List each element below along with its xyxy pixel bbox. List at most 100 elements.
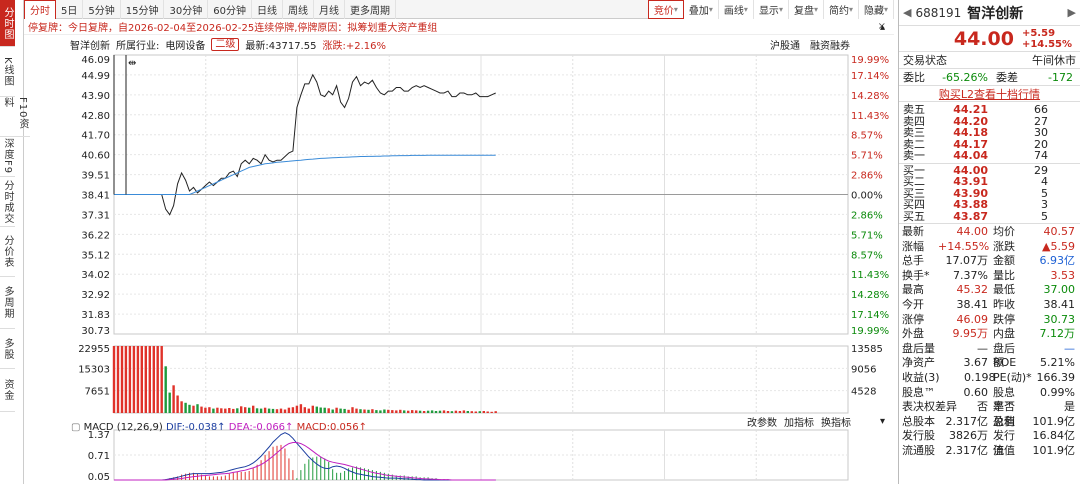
level-volume: 3 [1041,198,1048,211]
vtab-7[interactable]: 多股 [0,329,15,369]
pct-tick-label: 2.86% [851,171,883,182]
volume-tab-2[interactable]: 换指标 [821,416,851,429]
level-price[interactable]: 43.91 [933,176,988,188]
volume-bar [236,408,239,413]
volume-bar [116,346,120,413]
stat-value: 38.41 [956,297,989,311]
volume-bar [267,408,271,413]
stat-row: 今开 38.41 昨收 38.41 [899,298,1080,313]
stat-label: 金额 [993,254,1015,268]
volume-bar [287,407,291,413]
level-price[interactable]: 44.21 [933,104,988,116]
volume-tick-label-right: 9056 [851,364,876,375]
expand-arrow-icon[interactable]: ⇹ [128,58,136,69]
stat-value: 3.53 [1050,268,1076,282]
level-volume: 5 [1041,209,1048,223]
price-tick-label: 42.80 [81,111,110,122]
stat-row: 外盘 9.95万 内盘 7.12万 [899,327,1080,342]
volume-bar [335,407,338,413]
level-price[interactable]: 44.04 [933,150,988,162]
price-tick-label: 32.92 [81,290,110,301]
price-tick-label: 39.51 [81,171,110,182]
stat-label: ROE [993,356,1017,370]
stat-row: 收益(3) 0.198 PE(动)* 166.39 [899,371,1080,386]
vtab-0[interactable]: 分时图 [0,0,15,47]
scroll-up-icon[interactable]: ▴ [880,22,885,33]
pct-tick-label: 19.99% [851,55,889,66]
stat-row: 净资产 3.67 ROE 5.21% [899,356,1080,371]
stat-row: 最高 45.32 最低 37.00 [899,283,1080,298]
price-tick-label: 35.12 [81,250,110,261]
level-price[interactable]: 43.88 [933,199,988,211]
volume-bar [418,410,422,413]
volume-tick-label-right: 4528 [851,387,876,398]
stat-label: 股息™ [902,385,935,399]
stat-value: 46.09 [956,312,989,326]
volume-bar [299,404,303,413]
volume-bar [407,410,410,413]
stat-row: 股息™ 0.60 股息率™ 0.99% [899,385,1080,414]
volume-bar [446,411,450,413]
stat-label: 量比 [993,268,1015,282]
volume-tick-label: 15303 [78,364,110,375]
volume-tab-1[interactable]: 加指标 [784,416,814,429]
volume-bar [434,411,438,413]
price-tick-label: 46.09 [81,55,110,66]
volume-tick-label: 22955 [78,344,110,355]
volume-bar [200,406,203,413]
volume-bar [120,346,124,413]
volume-bar [307,408,310,413]
bid-book: 买一 44.00 29 买二 43.91 4 买三 43.90 5 买四 43.88 3 买五 43.87… [899,164,1080,223]
stat-label: 盘后额 [993,341,1015,370]
volume-bar [232,408,235,413]
vtab-8[interactable]: 资金 [0,369,15,412]
pct-tick-label: 14.28% [851,290,889,301]
stat-value: 2.317亿 [945,414,989,428]
volume-bar [188,404,191,413]
volume-bar [351,407,354,413]
stat-label: 涨停 [902,312,924,326]
scroll-down-icon[interactable]: ▾ [880,416,885,427]
stat-label: 发行值 [993,429,1015,457]
stat-row: 发行股 3826万 发行值 16.84亿 [899,429,1080,457]
volume-tab-0[interactable]: 改参数 [747,416,777,429]
level-price[interactable]: 43.87 [933,210,988,223]
chevron-right-icon[interactable]: ▶ [1068,6,1076,19]
status-value: 午间休市 [1032,54,1076,67]
level-volume: 74 [1034,149,1048,162]
stat-row: 流通股 2.317亿 流值 101.9亿 [899,444,1080,459]
volume-bar [403,410,406,413]
volume-bar [327,408,330,413]
order-book-row: 卖二 44.17 20 [899,138,1080,151]
vtab-5[interactable]: 分价表 [0,227,15,277]
level-price[interactable]: 44.18 [933,127,988,139]
volume-bar [283,409,287,413]
stat-label: 昨收 [993,297,1015,311]
order-book-row: 卖三 44.18 30 [899,127,1080,139]
order-book-row: 买四 43.88 3 [899,199,1080,211]
stat-label: 最高 [902,283,924,297]
level-label: 买四 [903,198,925,211]
stat-value: 3826万 [949,429,988,443]
volume-bar [442,410,446,413]
vtab-4[interactable]: 分时成交 [0,177,15,227]
vtab-6[interactable]: 多周期 [0,277,15,329]
stat-label: 今开 [902,297,924,311]
volume-bar [160,346,163,413]
vtab-3[interactable]: 深度F9 [0,137,15,177]
volume-bar [323,407,326,413]
volume-bar [228,408,231,413]
pct-tick-label: 8.57% [851,250,883,261]
order-book-row: 买一 44.00 29 [899,164,1080,177]
volume-bar [128,346,132,413]
vtab-1[interactable]: K线图 [0,47,15,97]
stat-value: 44.00 [956,225,989,238]
volume-bar [379,410,382,413]
stats-divider [899,223,1080,224]
buy-l2-link[interactable]: 购买L2查看十档行情 [899,86,1080,102]
volume-tick-label-right: 13585 [851,344,883,355]
stat-label: 表决权差异 [902,400,957,414]
stat-value: — [977,341,988,355]
volume-bar [478,411,481,413]
chevron-left-icon[interactable]: ◀ [903,6,911,19]
